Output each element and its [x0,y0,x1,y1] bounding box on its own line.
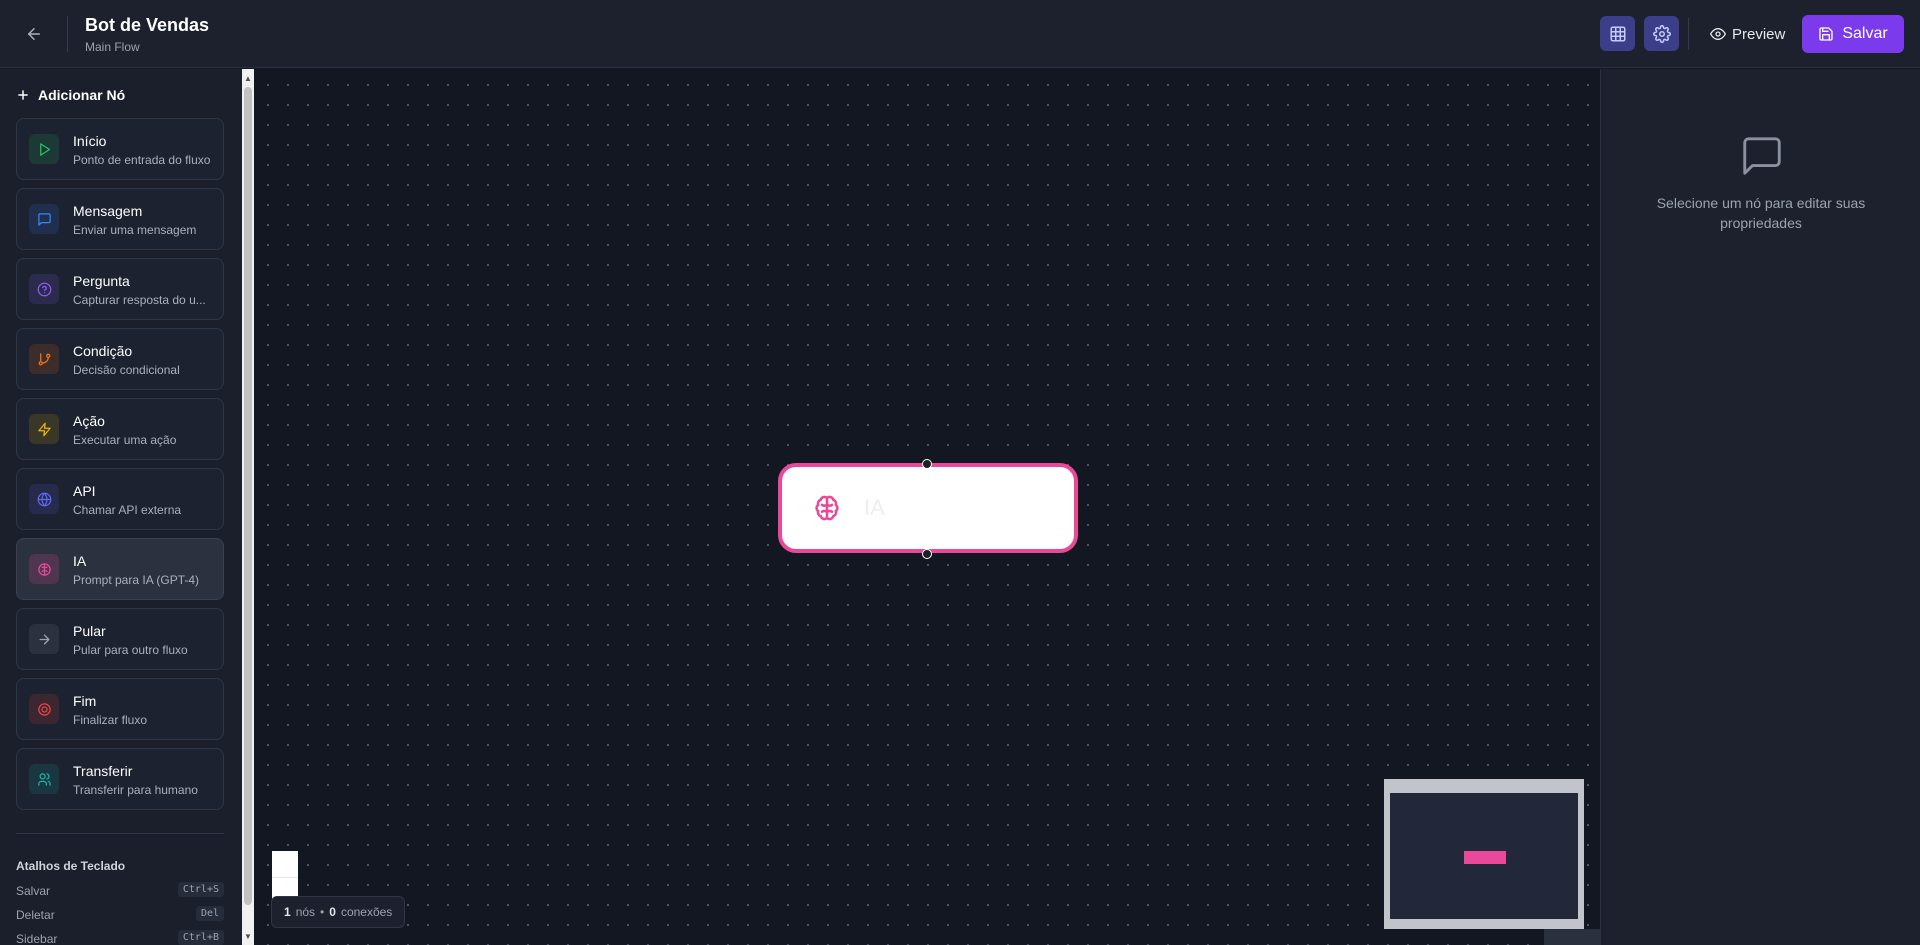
ia-node-label: IA [864,495,885,520]
flow-canvas[interactable]: IA 1 nós • 0 conexões [254,69,1600,945]
scroll-thumb[interactable] [244,87,252,905]
shortcut-label: Sidebar [16,932,58,945]
shortcuts-title: Atalhos de Teclado [16,859,126,873]
sidebar-divider [16,833,224,834]
sidebar-scrollbar[interactable]: ▲ ▼ [242,69,254,945]
node-card-label: Transferir [73,763,133,779]
node-card-transferir[interactable]: Transferir Transferir para humano [16,748,224,810]
minimap-node [1464,851,1506,864]
shortcut-key: Del [195,906,224,921]
shortcut-key: Ctrl+B [177,930,224,945]
node-card-pergunta[interactable]: Pergunta Capturar resposta do u... [16,258,224,320]
node-card-desc: Enviar uma mensagem [73,223,197,237]
connection-count: 0 [329,905,336,919]
flow-name: Main Flow [85,40,140,54]
minimap[interactable] [1384,779,1584,929]
shortcut-label: Salvar [16,884,51,898]
node-card-label: Pular [73,623,106,639]
message-icon [29,204,59,234]
sidebar-title: Adicionar Nó [16,87,125,103]
eye-icon [1710,28,1726,40]
arrow-right-icon [29,624,59,654]
connection-count-label: conexões [340,905,393,919]
sidebar-title-label: Adicionar Nó [38,87,126,103]
play-icon [29,134,59,164]
grid-toggle-button[interactable] [1600,16,1635,51]
stats-separator: • [320,905,325,919]
node-card-fim[interactable]: Fim Finalizar fluxo [16,678,224,740]
scroll-down-arrow[interactable]: ▼ [242,929,254,943]
node-card-label: Condição [73,343,133,359]
node-card-desc: Executar uma ação [73,433,177,447]
save-icon [1819,27,1833,41]
globe-icon [29,484,59,514]
users-icon [29,764,59,794]
settings-button[interactable] [1644,16,1679,51]
brain-icon [29,554,59,584]
arrow-left-icon [28,28,40,40]
stop-circle-icon [29,694,59,724]
node-card-api[interactable]: API Chamar API externa [16,468,224,530]
shortcut-row: Salvar Ctrl+S [16,882,224,902]
preview-label: Preview [1732,25,1786,43]
controls-divider [272,877,298,878]
save-label: Salvar [1842,25,1888,42]
node-card-inicio[interactable]: Início Ponto de entrada do fluxo [16,118,224,180]
node-card-label: IA [73,553,87,569]
node-card-desc: Transferir para humano [73,783,198,797]
canvas-attribution[interactable] [1544,929,1600,945]
plus-icon [18,90,28,100]
node-card-desc: Chamar API externa [73,503,182,517]
node-card-acao[interactable]: Ação Executar uma ação [16,398,224,460]
top-header: Bot de Vendas Main Flow Preview Salvar [0,0,1920,68]
node-card-label: Fim [73,693,97,709]
node-card-desc: Prompt para IA (GPT-4) [73,573,200,587]
node-card-desc: Pular para outro fluxo [73,643,188,657]
node-input-handle[interactable] [922,459,932,469]
minimap-viewport [1390,793,1578,919]
shortcut-row: Sidebar Ctrl+B [16,930,224,945]
node-card-ia[interactable]: IA Prompt para IA (GPT-4) [16,538,224,600]
node-count-label: nós [295,905,316,919]
preview-button[interactable]: Preview [1700,18,1795,50]
node-card-label: Pergunta [73,273,130,289]
node-sidebar: Adicionar Nó Início Ponto de entrada do … [0,69,242,945]
node-card-condicao[interactable]: Condição Decisão condicional [16,328,224,390]
shortcut-label: Deletar [16,908,55,922]
shortcut-row: Deletar Del [16,906,224,926]
node-card-label: API [73,483,96,499]
grid-icon [1610,26,1625,41]
gear-icon [1652,24,1671,43]
brain-icon [815,495,839,521]
node-card-label: Mensagem [73,203,143,219]
help-circle-icon [29,274,59,304]
flow-stats: 1 nós • 0 conexões [271,896,406,928]
save-button[interactable]: Salvar [1802,15,1904,53]
empty-state-text: Selecione um nó para editar suas proprie… [1656,195,1866,231]
node-card-pular[interactable]: Pular Pular para outro fluxo [16,608,224,670]
node-card-mensagem[interactable]: Mensagem Enviar uma mensagem [16,188,224,250]
zap-icon [29,414,59,444]
node-card-desc: Decisão condicional [73,363,180,377]
ia-flow-node[interactable]: IA [778,463,1078,553]
git-branch-icon [29,344,59,374]
shortcut-key: Ctrl+S [177,882,224,897]
bot-name: Bot de Vendas [85,15,210,35]
node-card-desc: Ponto de entrada do fluxo [73,153,211,167]
node-card-label: Ação [73,413,105,429]
node-card-desc: Finalizar fluxo [73,713,148,727]
node-card-label: Início [73,133,107,149]
header-divider [1688,18,1689,50]
scroll-up-arrow[interactable]: ▲ [242,71,254,85]
message-square-icon [1743,137,1781,175]
node-card-desc: Capturar resposta do u... [73,293,206,307]
properties-panel: Selecione um nó para editar suas proprie… [1600,69,1920,945]
node-output-handle[interactable] [922,549,932,559]
node-count: 1 [284,905,291,919]
header-divider [67,16,68,52]
back-button[interactable] [20,20,48,48]
